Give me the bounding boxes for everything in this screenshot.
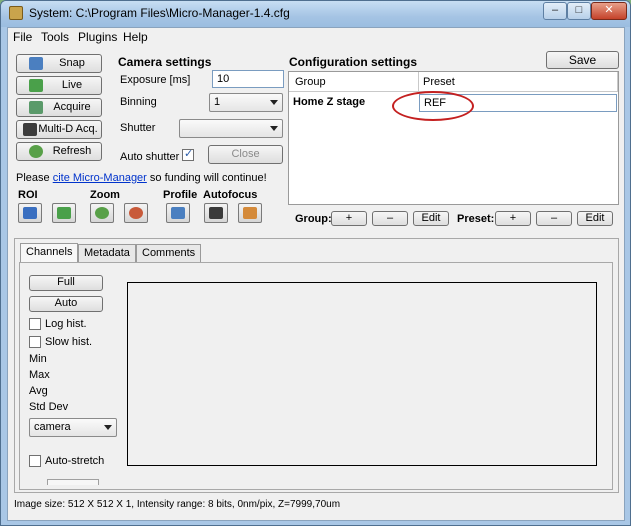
log-hist-checkbox[interactable] (29, 318, 41, 330)
histogram-display[interactable] (127, 282, 597, 466)
wrench-icon (243, 207, 257, 219)
cite-link[interactable]: cite Micro-Manager (53, 172, 147, 184)
minimize-button[interactable]: – (543, 2, 567, 20)
config-settings-title: Configuration settings (289, 55, 417, 69)
window-title: System: C:\Program Files\Micro-Manager-1… (29, 6, 290, 20)
status-bar: Image size: 512 X 512 X 1, Intensity ran… (14, 499, 341, 510)
tab-metadata[interactable]: Metadata (78, 244, 136, 262)
binning-select[interactable]: 1 (209, 93, 283, 112)
autofocus-label: Autofocus (203, 189, 258, 201)
zoom-in-button[interactable] (90, 203, 114, 223)
cite-text: Please cite Micro-Manager so funding wil… (16, 172, 267, 184)
channel-select[interactable]: camera (29, 418, 117, 437)
zoom-label: Zoom (90, 189, 120, 201)
acquire-button[interactable]: Acquire (16, 98, 102, 117)
snap-button[interactable]: Snap (16, 54, 102, 73)
maximize-button[interactable]: □ (567, 2, 591, 20)
menu-bar: File Tools Plugins Help (8, 28, 624, 48)
channels-tab-body: Full Auto Log hist. Slow hist. Min Max A… (19, 262, 613, 490)
stat-max-label: Max (29, 369, 50, 381)
auto-shutter-label: Auto shutter (120, 151, 180, 163)
group-remove-button[interactable]: – (372, 211, 408, 226)
shutter-select[interactable] (179, 119, 283, 138)
refresh-button[interactable]: Refresh (16, 142, 102, 161)
contrast-panel: Channels Metadata Comments Full Auto Log… (14, 238, 619, 493)
profile-label: Profile (163, 189, 198, 201)
profile-button[interactable] (166, 203, 190, 223)
chevron-down-icon (270, 100, 278, 105)
group-edit-button[interactable]: Edit (413, 211, 449, 226)
main-window: System: C:\Program Files\Micro-Manager-1… (0, 0, 631, 526)
roi-label: ROI (18, 189, 38, 201)
camera-icon (29, 57, 43, 70)
group-column-header[interactable]: Group (289, 72, 419, 92)
preset-column-header[interactable]: Preset (419, 72, 618, 92)
auto-stretch-checkbox[interactable] (29, 455, 41, 467)
live-video-icon (29, 79, 43, 92)
title-bar[interactable]: System: C:\Program Files\Micro-Manager-1… (1, 1, 630, 27)
preset-remove-button[interactable]: – (536, 211, 572, 226)
slow-hist-label: Slow hist. (45, 336, 93, 348)
auto-shutter-checkbox[interactable] (182, 147, 194, 161)
log-hist-label: Log hist. (45, 318, 87, 330)
annotation-ellipse (392, 91, 474, 121)
group-add-button[interactable]: + (331, 211, 367, 226)
autofocus-settings-button[interactable] (238, 203, 262, 223)
roi-clear-button[interactable] (52, 203, 76, 223)
zoom-out-icon (129, 207, 143, 219)
zoom-out-button[interactable] (124, 203, 148, 223)
config-table: Group Preset Home Z stage REF (288, 71, 619, 205)
live-button[interactable]: Live (16, 76, 102, 95)
stat-std-dev-label: Std Dev (29, 401, 69, 413)
chevron-down-icon (104, 425, 112, 430)
zoom-in-icon (95, 207, 109, 219)
group-label: Group: (295, 213, 332, 225)
autofocus-button[interactable] (204, 203, 228, 223)
preset-label: Preset: (457, 213, 495, 225)
profile-chart-icon (171, 207, 185, 219)
auto-button[interactable]: Auto (29, 296, 103, 312)
stat-min-label: Min (29, 353, 47, 365)
close-shutter-button[interactable]: Close (208, 145, 283, 164)
menu-file[interactable]: File (13, 30, 32, 44)
auto-stretch-label: Auto-stretch (45, 455, 105, 467)
multi-d-icon (23, 123, 37, 136)
tab-comments[interactable]: Comments (136, 244, 202, 262)
camera-settings-title: Camera settings (118, 55, 212, 69)
slow-hist-checkbox[interactable] (29, 336, 41, 348)
exposure-input[interactable]: 10 (212, 70, 284, 88)
tab-channels[interactable]: Channels (20, 243, 79, 263)
shutter-label: Shutter (120, 122, 156, 134)
acquire-icon (29, 101, 43, 114)
client-area: File Tools Plugins Help Snap Live Acquir… (7, 27, 625, 521)
save-config-button[interactable]: Save (546, 51, 619, 69)
spinner-stub[interactable] (47, 479, 99, 485)
exposure-label: Exposure [ms] (120, 74, 191, 86)
app-icon (9, 6, 23, 20)
stat-avg-label: Avg (29, 385, 48, 397)
preset-add-button[interactable]: + (495, 211, 531, 226)
menu-tools[interactable]: Tools (41, 30, 69, 44)
chevron-down-icon (270, 126, 278, 131)
binning-label: Binning (120, 96, 157, 108)
menu-help[interactable]: Help (123, 30, 148, 44)
preset-edit-button[interactable]: Edit (577, 211, 613, 226)
menu-plugins[interactable]: Plugins (78, 30, 117, 44)
roi-expand-icon (57, 207, 71, 219)
close-window-button[interactable]: ✕ (591, 2, 627, 20)
binoculars-icon (209, 207, 223, 219)
multi-d-acq-button[interactable]: Multi-D Acq. (16, 120, 102, 139)
roi-icon (23, 207, 37, 219)
roi-set-button[interactable] (18, 203, 42, 223)
refresh-icon (29, 145, 43, 158)
full-button[interactable]: Full (29, 275, 103, 291)
